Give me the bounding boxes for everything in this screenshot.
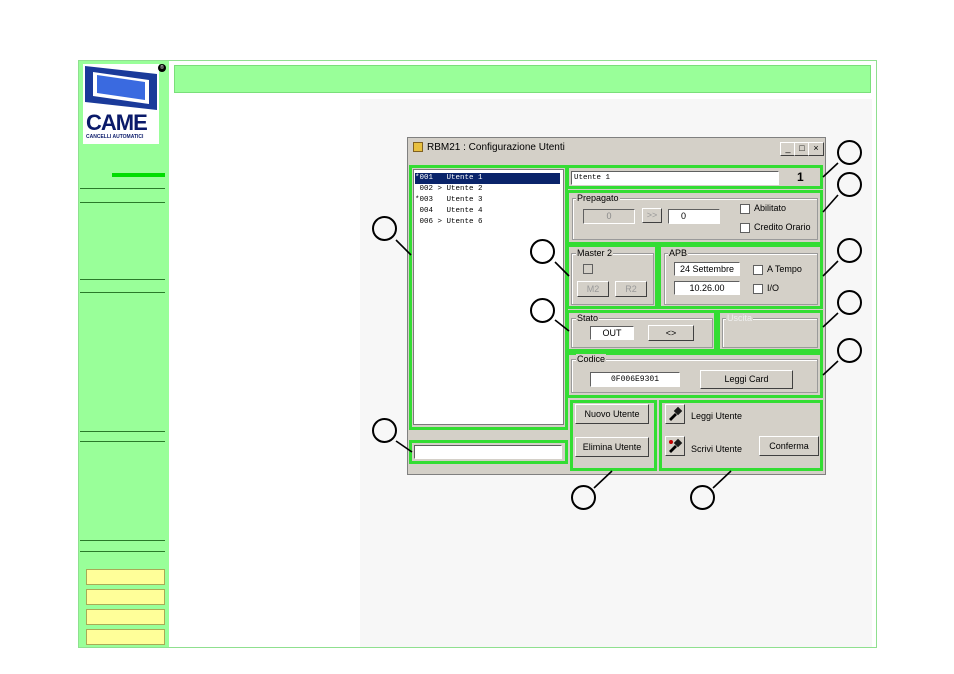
callout-circle [837, 172, 862, 197]
callout-circle [837, 140, 862, 165]
callout-leader-lines [395, 162, 839, 489]
callout-circle [690, 485, 715, 510]
callout-circle [837, 238, 862, 263]
callout-circle [571, 485, 596, 510]
callout-circle [837, 338, 862, 363]
callout-circle [530, 239, 555, 264]
callout-circle [530, 298, 555, 323]
callout-circle [837, 290, 862, 315]
callout-circle [372, 418, 397, 443]
callout-circle [372, 216, 397, 241]
